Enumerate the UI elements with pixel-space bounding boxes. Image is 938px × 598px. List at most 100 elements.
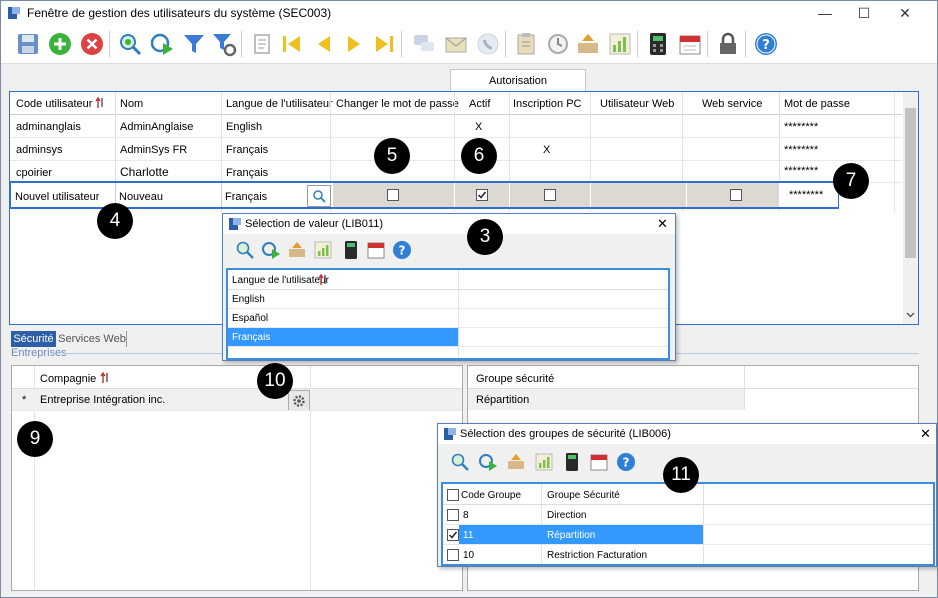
filter-icon[interactable] xyxy=(181,31,207,57)
export-icon[interactable] xyxy=(506,452,526,472)
language-lookup-dialog: Sélection de valeur (LIB011) ✕ ? Langue … xyxy=(222,213,676,361)
add-icon[interactable] xyxy=(47,31,73,57)
col-header-code[interactable]: Code utilisateur xyxy=(16,98,92,110)
search-icon[interactable] xyxy=(450,452,470,472)
scroll-down-icon[interactable] xyxy=(906,310,915,319)
clipboard-icon[interactable] xyxy=(513,31,539,57)
search-icon[interactable] xyxy=(235,240,255,260)
first-icon[interactable] xyxy=(279,31,305,57)
dialog-close-button[interactable]: ✕ xyxy=(920,426,931,442)
language-lookup-button[interactable] xyxy=(307,185,331,207)
col-header-nom[interactable]: Nom xyxy=(120,98,143,110)
col-header-langue[interactable]: Langue de l'utilisateur xyxy=(226,98,333,110)
svg-text:?: ? xyxy=(399,244,406,258)
refresh-icon[interactable] xyxy=(149,31,175,57)
row-checkbox[interactable] xyxy=(447,549,459,561)
calculator-icon[interactable] xyxy=(562,452,582,472)
inscription-pc-checkbox[interactable] xyxy=(544,189,556,201)
row-checkbox[interactable] xyxy=(447,529,459,541)
chart-icon[interactable] xyxy=(534,452,554,472)
list-item[interactable]: Español xyxy=(232,313,268,324)
filter-settings-icon[interactable] xyxy=(211,31,237,57)
cell-code-groupe: 10 xyxy=(463,550,475,561)
col-header-web[interactable]: Utilisateur Web xyxy=(600,98,674,110)
close-button[interactable]: ✕ xyxy=(887,3,923,23)
app-logo-icon xyxy=(8,7,20,19)
col-header-compagnie[interactable]: Compagnie xyxy=(40,373,96,385)
window-title: Fenêtre de gestion des utilisateurs du s… xyxy=(27,6,332,20)
minimize-button[interactable]: — xyxy=(807,3,843,23)
new-user-row[interactable]: Nouvel utilisateur Nouveau Français ****… xyxy=(9,181,839,209)
cell-langue: Français xyxy=(226,167,269,179)
chart-icon[interactable] xyxy=(313,240,333,260)
callout-11: 11 xyxy=(663,457,699,493)
cell-groupe-securite: Répartition xyxy=(547,530,596,541)
col-header-ws[interactable]: Web service xyxy=(702,98,762,110)
sort-asc-icon[interactable] xyxy=(95,97,105,109)
cell-nom: AdminSys FR xyxy=(120,144,188,156)
last-icon[interactable] xyxy=(371,31,397,57)
col-header-groupe-securite[interactable]: Groupe Sécurité xyxy=(547,490,620,501)
col-header-groupe[interactable]: Groupe sécurité xyxy=(476,373,554,385)
help-icon[interactable]: ? xyxy=(392,240,412,260)
lock-icon[interactable] xyxy=(715,31,741,57)
actif-checkbox[interactable] xyxy=(476,189,488,201)
refresh-icon[interactable] xyxy=(261,240,281,260)
calculator-icon[interactable] xyxy=(341,240,361,260)
col-header-inscription[interactable]: Inscription PC xyxy=(513,98,581,110)
callout-7: 7 xyxy=(833,163,869,199)
next-icon[interactable] xyxy=(341,31,367,57)
col-header-langue[interactable]: Langue de l'utilisateur xyxy=(232,275,329,286)
cell-mdp[interactable]: ******** xyxy=(789,189,823,201)
help-icon[interactable]: ? xyxy=(753,31,779,57)
app-logo-icon xyxy=(229,218,241,230)
calculator-icon[interactable] xyxy=(645,31,671,57)
search-icon[interactable] xyxy=(117,31,143,57)
callout-3: 3 xyxy=(467,219,503,255)
email-icon[interactable] xyxy=(443,31,469,57)
tab-security[interactable]: Sécurité xyxy=(11,331,56,347)
maximize-button[interactable]: ☐ xyxy=(846,3,882,23)
scroll-icon[interactable] xyxy=(249,31,275,57)
cell-groupe[interactable]: Répartition xyxy=(476,394,529,406)
calendar-icon[interactable] xyxy=(589,452,609,472)
calendar-icon[interactable] xyxy=(366,240,386,260)
web-service-checkbox[interactable] xyxy=(730,189,742,201)
cell-code-groupe: 11 xyxy=(463,530,474,541)
row-checkbox[interactable] xyxy=(447,509,459,521)
vertical-scrollbar[interactable] xyxy=(903,92,918,324)
list-item[interactable]: English xyxy=(232,294,265,305)
check-icon xyxy=(477,191,487,199)
export-icon[interactable] xyxy=(575,31,601,57)
cell-nom[interactable]: Nouveau xyxy=(119,191,163,203)
help-icon[interactable]: ? xyxy=(616,452,636,472)
chart-icon[interactable] xyxy=(607,31,633,57)
dialog-title: Sélection des groupes de sécurité (LIB00… xyxy=(460,428,671,440)
scrollbar-thumb[interactable] xyxy=(905,108,916,258)
save-icon[interactable] xyxy=(15,31,41,57)
chat-icon[interactable] xyxy=(411,31,437,57)
delete-icon[interactable] xyxy=(79,31,105,57)
phone-icon[interactable] xyxy=(475,31,501,57)
history-icon[interactable] xyxy=(545,31,571,57)
select-all-checkbox[interactable] xyxy=(447,489,459,501)
col-header-code-groupe[interactable]: Code Groupe xyxy=(461,490,521,501)
dialog-close-button[interactable]: ✕ xyxy=(657,216,668,232)
calendar-icon[interactable] xyxy=(677,31,703,57)
col-header-actif[interactable]: Actif xyxy=(469,98,490,110)
refresh-icon[interactable] xyxy=(478,452,498,472)
cell-code[interactable]: Nouvel utilisateur xyxy=(15,191,99,203)
prev-icon[interactable] xyxy=(311,31,337,57)
col-header-mdp[interactable]: Mot de passe xyxy=(784,98,850,110)
tab-web-services[interactable]: Services Web xyxy=(58,331,127,347)
app-logo-icon xyxy=(444,428,456,440)
list-item-selected[interactable]: Français xyxy=(228,328,458,346)
sort-asc-icon[interactable] xyxy=(318,274,328,286)
col-header-changer[interactable]: Changer le mot de passe xyxy=(336,98,459,110)
sort-asc-icon[interactable] xyxy=(100,372,110,384)
company-settings-button[interactable] xyxy=(288,390,310,411)
cell-mdp: ******** xyxy=(784,144,819,156)
export-icon[interactable] xyxy=(287,240,307,260)
cell-langue[interactable]: Français xyxy=(225,191,267,203)
change-password-checkbox[interactable] xyxy=(387,189,399,201)
